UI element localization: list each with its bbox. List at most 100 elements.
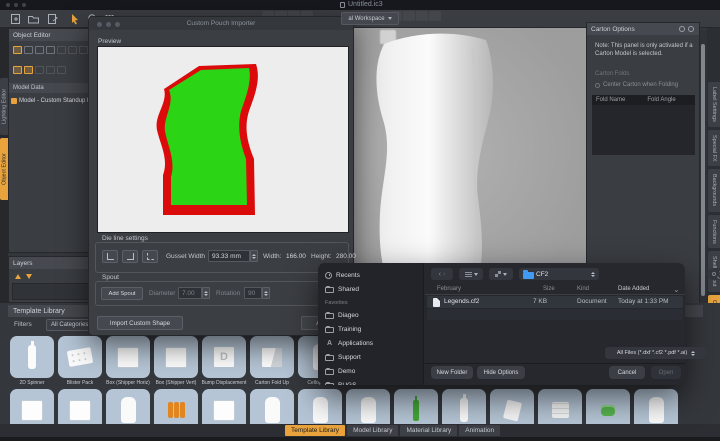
object-tool-icon[interactable]: [68, 46, 77, 54]
object-tool-icon[interactable]: [57, 66, 66, 74]
current-folder-dropdown[interactable]: CF2: [519, 268, 599, 280]
panel-tab-label-settings[interactable]: Label Settings: [708, 82, 720, 127]
panel-pin-icon[interactable]: [679, 26, 685, 32]
layer-down-icon[interactable]: [26, 274, 32, 279]
fold-left-button[interactable]: [102, 250, 118, 263]
object-tool-icon[interactable]: [24, 66, 33, 74]
file-type-filter-dropdown[interactable]: All Files (*.dxf *.cf2 *.pdf *.ai): [605, 347, 707, 359]
new-folder-button[interactable]: New Folder: [431, 366, 473, 379]
sidebar-item-bugs[interactable]: BUGS: [325, 380, 356, 385]
new-document-icon[interactable]: [8, 12, 22, 25]
document-title: Untitled.ic3: [340, 1, 383, 8]
fold-name-column: Fold Name: [596, 97, 625, 103]
sidebar-item-applications[interactable]: AApplications: [325, 338, 373, 348]
object-tool-icon[interactable]: [79, 46, 88, 54]
model-tree-item[interactable]: Model - Custom Standup Po: [11, 96, 91, 106]
search-field[interactable]: Search: [707, 268, 720, 280]
minimize-dialog-icon[interactable]: [106, 22, 111, 27]
minimize-window-icon[interactable]: [14, 3, 18, 7]
folder-icon: [325, 383, 334, 385]
green-jar-icon: [601, 405, 615, 416]
spout-rotation-input[interactable]: 90: [244, 287, 262, 299]
carton-panel-scrollbar[interactable]: [700, 30, 707, 310]
checkbox-icon: [595, 83, 600, 88]
scrollbar-thumb[interactable]: [701, 44, 705, 296]
fold-right-button[interactable]: [122, 250, 138, 263]
template-tile[interactable]: [106, 336, 150, 378]
template-tile[interactable]: [154, 336, 198, 378]
cancel-button[interactable]: Cancel: [609, 366, 645, 379]
sidebar-item-training[interactable]: Training: [325, 324, 361, 334]
toolbar-icon[interactable]: [403, 11, 415, 21]
panel-tab-special-fx[interactable]: Special FX: [708, 130, 720, 167]
select-tool-icon[interactable]: [68, 12, 82, 25]
spout-rotation-stepper[interactable]: [262, 287, 270, 299]
sidebar-item-shared[interactable]: Shared: [325, 284, 359, 294]
fold-gusset-button[interactable]: [142, 250, 158, 263]
box-icon: [22, 401, 42, 420]
file-list-column-headers[interactable]: February Size Kind Date Added ⌄: [425, 285, 685, 295]
close-window-icon[interactable]: [6, 3, 10, 7]
layer-up-icon[interactable]: [15, 274, 21, 279]
orange-bottles-icon: [168, 402, 185, 418]
model-data-header: Model Data: [9, 83, 92, 93]
group-view-dropdown[interactable]: [489, 268, 513, 280]
gusset-stepper[interactable]: [250, 250, 258, 262]
tab-model-library[interactable]: Model Library: [347, 425, 398, 436]
toolbar-icon[interactable]: [429, 11, 441, 21]
file-row-legends-cf2[interactable]: Legends.cf2 7 KB Document Today at 1:33 …: [427, 296, 683, 308]
zoom-window-icon[interactable]: [22, 3, 26, 7]
object-tool-icon[interactable]: [35, 66, 44, 74]
object-tool-icon[interactable]: [46, 46, 55, 54]
file-size: 7 KB: [533, 298, 547, 305]
3d-viewport[interactable]: [340, 28, 587, 303]
gusset-width-input[interactable]: 93.33 mm: [208, 250, 250, 262]
object-tool-icon[interactable]: [13, 46, 22, 54]
object-tool-icon[interactable]: [24, 46, 33, 54]
object-tool-icon[interactable]: [57, 46, 66, 54]
close-dialog-icon[interactable]: [97, 22, 102, 27]
panel-close-icon[interactable]: [688, 26, 694, 32]
list-view-dropdown[interactable]: [459, 268, 483, 280]
width-label: Width:: [263, 253, 281, 260]
template-tile[interactable]: D: [202, 336, 246, 378]
spout-diameter-input[interactable]: 7.00: [178, 287, 202, 299]
tab-material-library[interactable]: Material Library: [400, 425, 457, 436]
back-forward-buttons[interactable]: ‹›: [431, 268, 453, 280]
sidebar-item-demo[interactable]: Demo: [325, 366, 355, 376]
tab-animation[interactable]: Animation: [459, 425, 500, 436]
center-carton-checkbox[interactable]: Center Carton when Folding: [595, 82, 678, 88]
template-tile[interactable]: [58, 336, 102, 378]
open-folder-icon[interactable]: [26, 12, 40, 25]
template-tile-label: Box (Shipper Vert): [152, 380, 200, 386]
spout-diameter-stepper[interactable]: [202, 287, 210, 299]
template-tile[interactable]: [250, 336, 294, 378]
workspace-selector-dropdown[interactable]: al Workspace: [341, 12, 399, 25]
hide-options-button[interactable]: Hide Options: [477, 366, 525, 379]
panel-tab-backgrounds[interactable]: Backgrounds: [708, 169, 720, 211]
panel-tab-functions[interactable]: Functions: [708, 215, 720, 249]
toolbar-icon[interactable]: [416, 11, 428, 21]
clock-icon: [325, 272, 332, 279]
sidebar-item-recents[interactable]: Recents: [325, 270, 360, 280]
layers-list[interactable]: [12, 283, 89, 300]
import-custom-shape-button[interactable]: Import Custom Shape: [97, 316, 183, 330]
open-button[interactable]: Open: [651, 366, 681, 379]
object-tool-icon[interactable]: [13, 66, 22, 74]
width-value: 166.00: [286, 253, 306, 260]
fold-table-body[interactable]: [592, 105, 695, 155]
object-tool-icon[interactable]: [35, 46, 44, 54]
template-tile[interactable]: [10, 336, 54, 378]
sidebar-item-support[interactable]: Support: [325, 352, 361, 362]
add-spout-button[interactable]: Add Spout: [101, 287, 143, 300]
zoom-dialog-icon[interactable]: [115, 22, 120, 27]
fold-table-header[interactable]: Fold Name Fold Angle: [592, 95, 695, 105]
sidebar-item-diageo[interactable]: Diageo: [325, 310, 359, 320]
object-tool-icon[interactable]: [46, 66, 55, 74]
pouch-icon: [265, 397, 280, 423]
center-carton-label: Center Carton when Folding: [603, 82, 678, 88]
tab-template-library[interactable]: Template Library: [285, 425, 345, 436]
import-document-icon[interactable]: [46, 12, 60, 25]
crate-icon: [552, 402, 569, 418]
dieline-preview-canvas[interactable]: [97, 46, 349, 233]
